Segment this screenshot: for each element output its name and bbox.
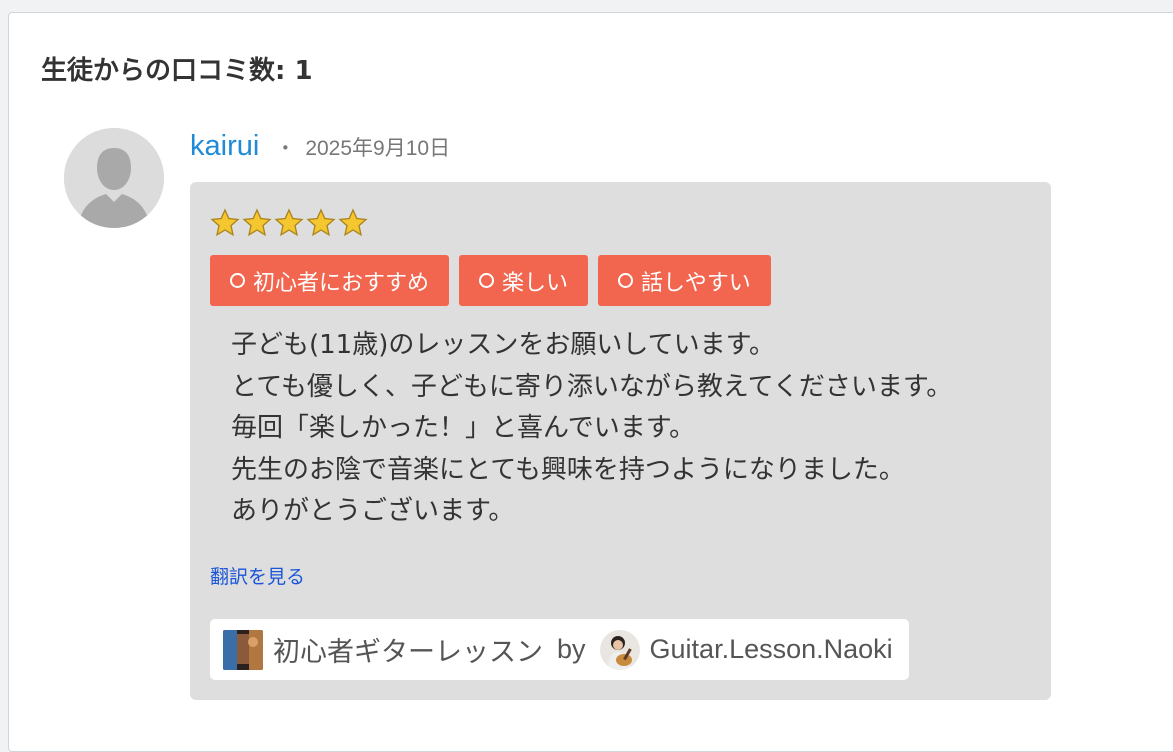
tag-label: 初心者におすすめ — [253, 270, 430, 296]
star-icon — [210, 208, 240, 237]
review-line: ありがとうございます。 — [231, 496, 515, 526]
see-translation-link[interactable]: 翻訳を見る — [210, 562, 305, 589]
review-count-title: 生徒からの口コミ数: 1 — [41, 56, 313, 86]
review-tags: 初心者におすすめ 楽しい 話しやすい — [210, 255, 771, 306]
tag-label: 話しやすい — [641, 270, 751, 296]
review-line: 子ども(11歳)のレッスンをお願いしています。 — [231, 330, 775, 360]
header-separator: ・ — [275, 136, 296, 160]
star-rating — [210, 208, 368, 238]
lesson-link-card[interactable]: 初心者ギターレッスン by Guitar.Lesson.Naoki — [210, 619, 909, 680]
tag-easy-to-talk: 話しやすい — [598, 255, 771, 306]
star-icon — [274, 208, 304, 237]
star-icon — [306, 208, 336, 237]
teacher-avatar — [599, 629, 640, 670]
review-card: 初心者におすすめ 楽しい 話しやすい 子ども(11歳)のレッスンをお願いしていま… — [190, 182, 1051, 700]
lesson-by-label: by — [557, 634, 586, 664]
review-date: 2025年9月10日 — [305, 137, 451, 160]
review-header: kairui ・ 2025年9月10日 — [190, 130, 450, 163]
tag-beginner-friendly: 初心者におすすめ — [210, 255, 450, 306]
reviews-panel: 生徒からの口コミ数: 1 kairui ・ 2025年9月10日 初心者におすす… — [8, 12, 1173, 752]
star-icon — [242, 208, 272, 237]
tag-label: 楽しい — [502, 270, 569, 296]
circle-icon — [618, 273, 634, 288]
lesson-thumbnail — [223, 629, 263, 670]
review-line: 先生のお陰で音楽にとても興味を持つようになりました。 — [231, 454, 905, 485]
circle-icon — [230, 273, 245, 288]
review-line: 毎回「楽しかった！」と喜んでいます。 — [231, 413, 696, 443]
circle-icon — [479, 273, 495, 288]
tag-fun: 楽しい — [459, 255, 589, 306]
review-line: とても優しく、子どもに寄り添いながら教えてくださいます。 — [231, 371, 953, 402]
reviewer-avatar — [64, 128, 164, 228]
teacher-name: Guitar.Lesson.Naoki — [649, 634, 893, 664]
reviewer-name-link[interactable]: kairui — [190, 130, 259, 163]
lesson-title: 初心者ギターレッスン — [273, 637, 543, 667]
default-user-silhouette-icon — [64, 128, 164, 228]
star-icon — [338, 208, 368, 237]
review-body: 子ども(11歳)のレッスンをお願いしています。 とても優しく、子どもに寄り添いな… — [231, 325, 952, 533]
